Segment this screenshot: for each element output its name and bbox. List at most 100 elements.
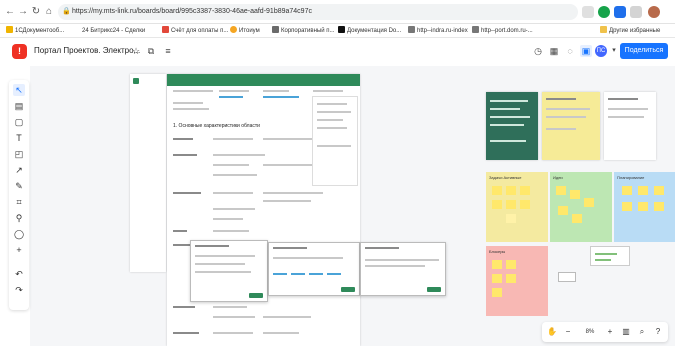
avatar[interactable]: ПС: [595, 45, 607, 57]
address-input[interactable]: 🔒 https://my.mts-link.ru/boards/board/99…: [58, 4, 578, 20]
menu-icon[interactable]: ≡: [162, 45, 174, 57]
sticky-note[interactable]: [506, 200, 516, 209]
small-frame[interactable]: [558, 272, 576, 282]
hand-icon[interactable]: ✋: [546, 326, 558, 338]
cluster-planning[interactable]: Планирование: [614, 172, 675, 242]
sticky-note[interactable]: [556, 186, 566, 195]
chat-icon[interactable]: ◌: [564, 45, 576, 57]
dialog-confirm-button[interactable]: [249, 293, 263, 298]
bookmark-icon: [272, 26, 279, 33]
sticky-note[interactable]: [638, 186, 648, 195]
cluster-blockers[interactable]: Блокеры: [486, 246, 548, 316]
connector-icon[interactable]: ↗: [13, 164, 25, 176]
text-line: [490, 108, 520, 110]
cluster-ideas[interactable]: Идеи: [550, 172, 612, 242]
other-bookmarks[interactable]: Другие избранные: [600, 26, 660, 36]
sticky-note[interactable]: [492, 186, 502, 195]
sticky-note[interactable]: [584, 198, 594, 207]
zoom-in-button[interactable]: +: [604, 326, 616, 338]
text-icon[interactable]: T: [13, 132, 25, 144]
add-icon[interactable]: +: [13, 244, 25, 256]
bookmark-item[interactable]: http--port.dom.ru-...: [472, 26, 533, 36]
help-button[interactable]: ?: [652, 326, 664, 338]
share-button[interactable]: Поделиться: [620, 43, 668, 59]
mindmap-icon[interactable]: ⚲: [13, 212, 25, 224]
chevron-down-icon[interactable]: ▾: [608, 45, 620, 57]
forward-icon[interactable]: →: [17, 6, 29, 18]
sticky-note[interactable]: [506, 214, 516, 223]
comment-icon[interactable]: ◯: [13, 228, 25, 240]
tag-line: [219, 96, 243, 98]
sticky-note[interactable]: [520, 186, 530, 195]
timer-icon[interactable]: ◷: [532, 45, 544, 57]
sticky-note[interactable]: [558, 206, 568, 215]
crop-icon[interactable]: ⌗: [13, 196, 25, 208]
sticky-note[interactable]: [654, 202, 664, 211]
sticky-note[interactable]: [506, 260, 516, 269]
map-icon[interactable]: ▥: [620, 326, 632, 338]
extension-icon[interactable]: [614, 6, 626, 18]
bookmark-item[interactable]: 1СДокументооб...: [6, 26, 64, 36]
sticky-note[interactable]: [654, 186, 664, 195]
bookmark-item[interactable]: http--indra.ru-index: [408, 26, 468, 36]
field-value: [213, 164, 249, 166]
sticky-note[interactable]: [570, 190, 580, 199]
present-icon[interactable]: ▣: [580, 45, 592, 57]
reload-icon[interactable]: ↻: [30, 6, 42, 18]
card-white[interactable]: [604, 92, 656, 160]
small-frame[interactable]: [590, 246, 630, 266]
field-value: [213, 306, 247, 308]
app-logo[interactable]: !: [12, 44, 27, 59]
extension-icon[interactable]: [630, 6, 642, 18]
text-line: [490, 124, 524, 126]
board-title[interactable]: Портал Проектов. Электро...: [34, 46, 140, 55]
extension-icon[interactable]: [582, 6, 594, 18]
sticky-note[interactable]: [520, 200, 530, 209]
bookmark-item[interactable]: 24 Битрикс24 - Сделки: [82, 26, 145, 36]
sticky-note[interactable]: [622, 202, 632, 211]
profile-avatar[interactable]: [648, 6, 660, 18]
sticky-note[interactable]: [638, 202, 648, 211]
extension-icon[interactable]: [598, 6, 610, 18]
bookmark-icon: [230, 26, 237, 33]
dialog-confirm-button[interactable]: [427, 287, 441, 292]
sticky-note[interactable]: [492, 200, 502, 209]
text-line: [546, 116, 586, 118]
undo-icon[interactable]: ↶: [13, 268, 25, 280]
board-canvas[interactable]: 1. Основные характеристики области Задач…: [30, 66, 675, 346]
dialog-card[interactable]: [268, 242, 360, 296]
bookmark-item[interactable]: Корпоративный п...: [272, 26, 334, 36]
field-label: [173, 332, 199, 334]
redo-icon[interactable]: ↷: [13, 284, 25, 296]
frame-icon[interactable]: ▤: [13, 100, 25, 112]
zoom-level[interactable]: 8%: [578, 326, 602, 338]
home-icon[interactable]: ⌂: [43, 6, 55, 18]
search-icon[interactable]: ⌕: [636, 326, 648, 338]
dialog-confirm-button[interactable]: [341, 287, 355, 292]
pen-icon[interactable]: ✎: [13, 180, 25, 192]
bookmark-item[interactable]: Счёт для оплаты п...: [162, 26, 228, 36]
copy-icon[interactable]: ⧉: [145, 45, 157, 57]
dialog-card[interactable]: [360, 242, 446, 296]
chart-icon[interactable]: ▦: [548, 45, 560, 57]
card-yellow[interactable]: [542, 92, 600, 160]
sticky-note[interactable]: [572, 214, 582, 223]
sticky-note[interactable]: [492, 274, 502, 283]
sticky-note[interactable]: [622, 186, 632, 195]
document-thumbnail[interactable]: [130, 74, 166, 272]
shape-icon[interactable]: ◰: [13, 148, 25, 160]
sticky-icon[interactable]: ▢: [13, 116, 25, 128]
sticky-note[interactable]: [506, 186, 516, 195]
sticky-note[interactable]: [492, 260, 502, 269]
star-icon[interactable]: ☆: [130, 45, 142, 57]
sticky-note[interactable]: [492, 288, 502, 297]
select-icon[interactable]: ↖: [13, 84, 25, 96]
cluster-active[interactable]: Задачи Активные: [486, 172, 548, 242]
zoom-out-button[interactable]: −: [562, 326, 574, 338]
card-green[interactable]: [486, 92, 538, 160]
sticky-note[interactable]: [506, 274, 516, 283]
dialog-card[interactable]: [190, 240, 268, 302]
bookmark-item[interactable]: Документация Do...: [338, 26, 401, 36]
bookmark-item[interactable]: Итоиум: [230, 26, 260, 36]
back-icon[interactable]: ←: [4, 6, 16, 18]
